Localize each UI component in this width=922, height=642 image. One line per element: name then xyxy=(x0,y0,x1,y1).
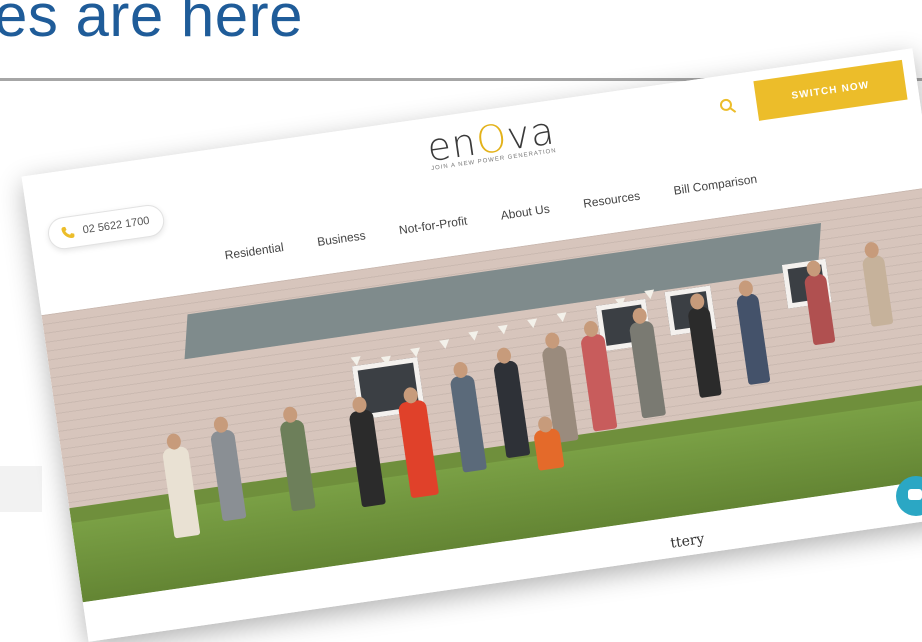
nav-item-business[interactable]: Business xyxy=(316,228,366,249)
phone-number: 02 5622 1700 xyxy=(81,214,151,237)
nav-item-about-us[interactable]: About Us xyxy=(500,202,551,223)
nav-item-bill-comparison[interactable]: Bill Comparison xyxy=(673,172,758,198)
website-screenshot: 02 5622 1700 enOva JOIN A NEW POWER GENE… xyxy=(21,48,922,642)
background-sliver xyxy=(0,466,42,512)
slide-title: es are here xyxy=(0,0,304,49)
search-icon[interactable] xyxy=(717,96,737,116)
switch-now-button[interactable]: SWITCH NOW xyxy=(753,59,908,121)
nav-item-not-for-profit[interactable]: Not-for-Profit xyxy=(398,214,468,238)
nav-item-resources[interactable]: Resources xyxy=(582,189,641,211)
phone-icon xyxy=(60,225,76,241)
enova-logo[interactable]: enOva JOIN A NEW POWER GENERATION xyxy=(399,105,584,176)
phone-button[interactable]: 02 5622 1700 xyxy=(45,202,167,252)
section-heading: ttery xyxy=(669,531,706,552)
nav-item-residential[interactable]: Residential xyxy=(224,240,285,262)
